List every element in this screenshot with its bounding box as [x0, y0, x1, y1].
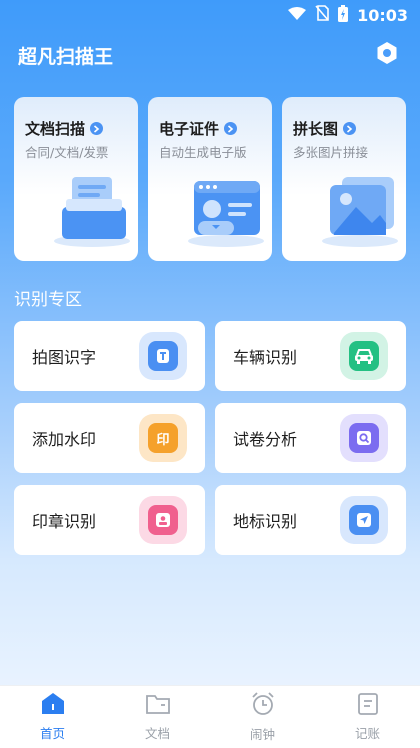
feature-card-e-certificate[interactable]: 电子证件 自动生成电子版	[148, 97, 272, 261]
home-icon	[40, 692, 66, 720]
tool-exam-analysis[interactable]: 试卷分析	[215, 403, 406, 473]
tool-label: 地标识别	[233, 512, 298, 531]
feature-subtitle: 合同/文档/发票	[25, 145, 109, 160]
tab-label: 闹钟	[249, 727, 275, 742]
tool-landmark-recognition[interactable]: 地标识别	[215, 485, 406, 555]
feature-title: 文档扫描	[25, 120, 86, 138]
gear-icon	[375, 41, 399, 69]
tab-label: 文档	[144, 726, 170, 741]
feature-card-document-scan[interactable]: 文档扫描 合同/文档/发票	[14, 97, 138, 261]
tab-label: 首页	[39, 726, 65, 741]
tab-documents[interactable]: 文档	[105, 686, 210, 748]
status-time: 10:03	[357, 5, 408, 25]
chevron-right-icon	[90, 122, 104, 135]
app-header: 超凡扫描王	[0, 38, 420, 72]
tool-label: 试卷分析	[233, 430, 298, 449]
tool-label: 拍图识字	[32, 348, 97, 367]
tool-stamp-recognition[interactable]: 印章识别	[14, 485, 205, 555]
tool-vehicle-recognition[interactable]: 车辆识别	[215, 321, 406, 391]
tool-label: 印章识别	[32, 512, 97, 531]
folder-icon	[145, 692, 171, 720]
feature-title: 电子证件	[159, 120, 220, 138]
tool-label: 添加水印	[32, 430, 97, 449]
recognition-tools: 拍图识字 车辆识别 添加水印 印 试卷分析 印章识别 地标识别	[14, 321, 406, 555]
app-title: 超凡扫描王	[18, 45, 114, 68]
tab-alarm[interactable]: 闹钟	[210, 686, 315, 748]
no-sim-icon	[315, 5, 329, 25]
image-stack-icon	[320, 171, 402, 249]
tab-label: 记账	[354, 726, 380, 741]
feature-title: 拼长图	[293, 120, 339, 138]
car-icon	[340, 332, 388, 380]
tool-add-watermark[interactable]: 添加水印 印	[14, 403, 205, 473]
exam-search-icon	[340, 414, 388, 462]
wifi-icon	[288, 6, 307, 25]
feature-cards: 文档扫描 合同/文档/发票 电子证件 自动生成电子版 拼长图 多张图片拼接	[14, 97, 406, 261]
section-title: 识别专区	[14, 290, 82, 310]
chevron-right-icon	[224, 122, 238, 135]
tab-home[interactable]: 首页	[0, 686, 105, 748]
tool-label: 车辆识别	[233, 348, 298, 367]
tab-ledger[interactable]: 记账	[315, 686, 420, 748]
landmark-navigation-icon	[340, 496, 388, 544]
feature-card-long-image[interactable]: 拼长图 多张图片拼接	[282, 97, 406, 261]
id-card-icon	[186, 171, 268, 249]
ledger-icon	[355, 692, 381, 720]
watermark-icon: 印	[139, 414, 187, 462]
battery-charging-icon	[338, 4, 349, 26]
settings-button[interactable]	[372, 40, 402, 70]
status-bar: 10:03	[0, 0, 420, 30]
document-stack-icon	[52, 171, 134, 249]
feature-subtitle: 自动生成电子版	[159, 145, 247, 160]
alarm-clock-icon	[250, 691, 276, 721]
chevron-right-icon	[343, 122, 357, 135]
text-recognition-icon	[139, 332, 187, 380]
bottom-tab-bar: 首页 文档 闹钟 记账	[0, 685, 420, 748]
stamp-icon	[139, 496, 187, 544]
tool-text-recognition[interactable]: 拍图识字	[14, 321, 205, 391]
feature-subtitle: 多张图片拼接	[293, 145, 369, 160]
watermark-glyph: 印	[156, 432, 170, 448]
